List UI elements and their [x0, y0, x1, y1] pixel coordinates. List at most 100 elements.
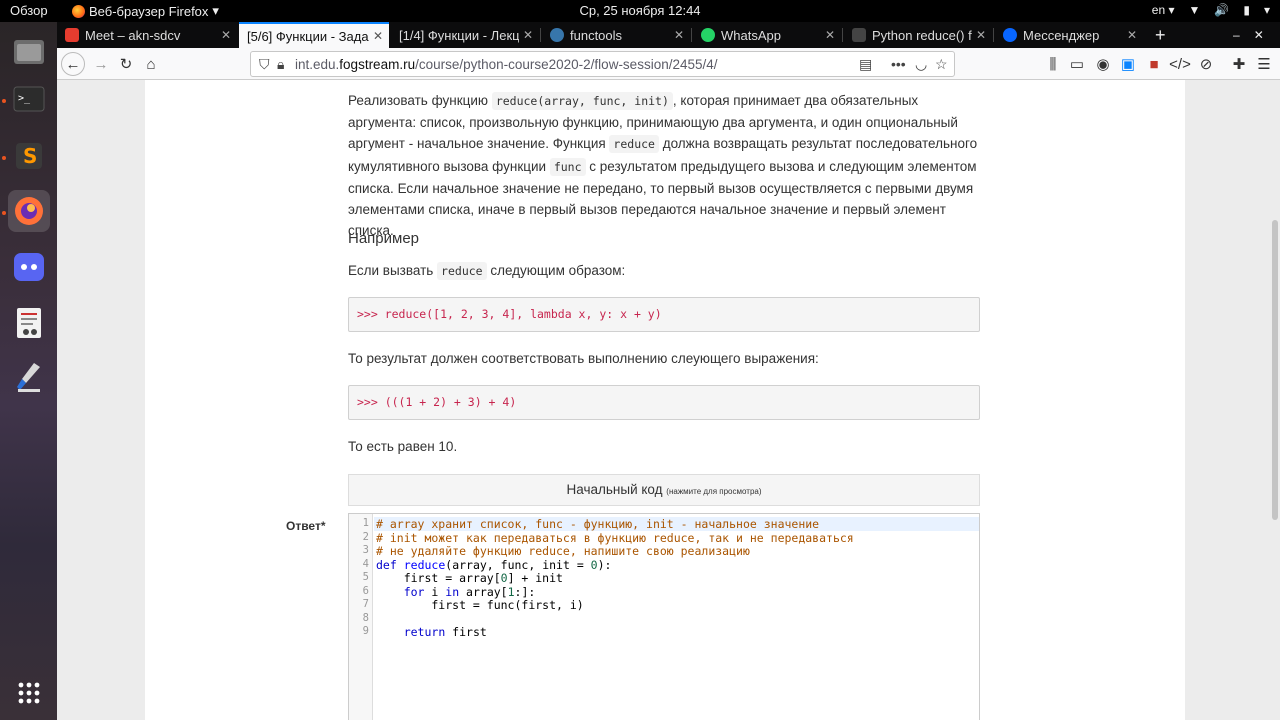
tab-functools[interactable]: functools ✕ — [542, 22, 690, 48]
files-icon — [14, 40, 44, 64]
running-indicator — [2, 99, 6, 103]
close-icon[interactable]: ✕ — [523, 28, 533, 42]
minimize-icon[interactable]: – — [1233, 28, 1240, 42]
screenshot-icon: ▣ — [1120, 56, 1136, 73]
show-applications-button[interactable] — [8, 672, 50, 714]
close-icon[interactable]: ✕ — [825, 28, 835, 42]
sidebar-icon: ▭ — [1069, 56, 1085, 73]
tab-title: Python reduce() fu — [872, 27, 972, 43]
tab-separator — [691, 28, 692, 42]
url-bar[interactable]: ⛉ 🔒︎ int.edu. fogstream.ru/course/python-… — [250, 51, 955, 77]
tab-functions-task[interactable]: [5/6] Функции - Задан ✕ — [239, 22, 389, 48]
extension-button[interactable]: ■ — [1142, 52, 1166, 76]
new-tab-button[interactable]: + — [1147, 22, 1171, 48]
line-number: 3 — [362, 544, 369, 556]
vpn-button[interactable]: ⊘ — [1194, 52, 1218, 76]
call-text-after: следующим образом: — [486, 263, 626, 278]
extension-icon: ■ — [1149, 55, 1159, 73]
code-line[interactable]: for i in array[1:]: — [376, 585, 536, 599]
code-line[interactable]: # не удаляйте функцию reduce, напишите с… — [376, 544, 750, 558]
account-icon: ◉ — [1096, 56, 1110, 73]
line-number: 7 — [362, 598, 369, 610]
scrollbar-thumb[interactable] — [1272, 220, 1278, 520]
close-icon[interactable]: ✕ — [674, 28, 684, 42]
close-icon[interactable]: ✕ — [373, 29, 383, 43]
dock-inkscape[interactable] — [8, 356, 50, 398]
pocket-icon[interactable]: ◡ — [915, 56, 927, 73]
activities-button[interactable]: Обзор — [10, 3, 48, 18]
document-viewer-icon — [17, 308, 41, 338]
tab-title: WhatsApp — [721, 27, 781, 43]
network-icon[interactable]: ▼ — [1189, 3, 1201, 17]
arrow-right-icon: → — [93, 55, 109, 73]
dock-document-viewer[interactable] — [8, 302, 50, 344]
plus-icon: + — [1155, 24, 1166, 45]
initial-code-hint: (нажмите для просмотра) — [666, 487, 762, 496]
app-menu[interactable]: Веб-браузер Firefox ▾ — [72, 3, 219, 19]
dock-discord[interactable] — [8, 246, 50, 288]
code-line[interactable]: # array хранит список, func - функцию, i… — [374, 517, 979, 531]
tab-title: Meet – akn-sdcv — [85, 27, 181, 43]
code-line[interactable]: return first — [376, 625, 487, 639]
tab-functions-lecture[interactable]: [1/4] Функции - Лекци ✕ — [391, 22, 539, 48]
tab-whatsapp[interactable]: WhatsApp ✕ — [693, 22, 841, 48]
close-icon[interactable]: ✕ — [976, 28, 986, 42]
code-line[interactable]: # init может как передаваться в функцию … — [376, 531, 854, 545]
code-line[interactable]: first = func(first, i) — [376, 598, 583, 612]
running-indicator — [2, 156, 6, 160]
puzzle-icon: ✚ — [1232, 56, 1246, 73]
menu-button[interactable]: ☰ — [1252, 52, 1276, 76]
code-editor[interactable]: 123456789 # array хранит список, func - … — [348, 513, 980, 720]
back-button[interactable]: ← — [61, 52, 85, 76]
home-button[interactable]: ⌂ — [139, 52, 163, 76]
shield-icon[interactable]: ⛉ — [259, 56, 270, 73]
library-icon: ⫼ — [1049, 55, 1057, 73]
arrow-left-icon: ← — [65, 55, 81, 73]
library-button[interactable]: ⫼ — [1041, 52, 1065, 76]
globe-icon: ⊘ — [1199, 56, 1213, 73]
description-text: Реализовать функцию — [348, 93, 492, 108]
devtools-button[interactable]: </> — [1168, 52, 1192, 76]
lock-icon[interactable]: 🔒︎ — [277, 56, 284, 73]
system-menu-chevron-icon[interactable]: ▾ — [1264, 3, 1270, 17]
bookmark-star-icon[interactable]: ☆ — [935, 56, 948, 73]
tab-title: Мессенджер — [1023, 27, 1100, 43]
tab-strip: Meet – akn-sdcv ✕ [5/6] Функции - Задан … — [57, 22, 1280, 48]
tab-meet[interactable]: Meet – akn-sdcv ✕ — [57, 22, 237, 48]
reader-view-icon[interactable]: ▤ — [859, 56, 872, 73]
close-icon[interactable]: ✕ — [221, 28, 231, 42]
svg-text:>_: >_ — [18, 93, 31, 104]
initial-code-toggle[interactable]: Начальный код (нажмите для просмотра) — [348, 474, 980, 506]
url-prefix: int.edu. — [295, 56, 340, 72]
volume-icon[interactable]: 🔊 — [1214, 3, 1229, 17]
forward-button[interactable]: → — [89, 52, 113, 76]
account-button[interactable]: ◉ — [1091, 52, 1115, 76]
line-number: 4 — [362, 557, 369, 570]
hamburger-icon: ☰ — [1257, 56, 1271, 73]
close-window-icon[interactable]: ✕ — [1254, 28, 1264, 42]
keyboard-layout[interactable]: en ▾ — [1152, 3, 1175, 17]
inline-code: reduce(array, func, init) — [491, 92, 673, 110]
code-line[interactable]: def reduce(array, func, init = 0): — [376, 558, 611, 572]
reload-button[interactable]: ↻ — [114, 52, 138, 76]
dock-terminal[interactable]: >_ — [8, 78, 50, 120]
dock-sublime[interactable]: S — [8, 135, 50, 177]
more-actions-icon[interactable]: ••• — [891, 56, 906, 72]
chevron-down-icon: ▾ — [212, 3, 219, 18]
messenger-icon — [1003, 28, 1017, 42]
paint-brush-icon — [17, 363, 40, 392]
close-icon[interactable]: ✕ — [1127, 28, 1137, 42]
tab-messenger[interactable]: Мессенджер ✕ — [995, 22, 1143, 48]
reload-icon: ↻ — [119, 56, 133, 73]
screenshot-button[interactable]: ▣ — [1116, 52, 1140, 76]
dock: >_ S — [0, 22, 57, 720]
tab-python-reduce[interactable]: Python reduce() fu ✕ — [844, 22, 992, 48]
sidebar-button[interactable]: ▭ — [1065, 52, 1089, 76]
dock-files[interactable] — [8, 30, 50, 72]
code-line[interactable]: first = array[0] + init — [376, 571, 563, 585]
dock-firefox[interactable] — [8, 190, 50, 232]
home-icon: ⌂ — [146, 55, 156, 73]
task-description: Реализовать функцию reduce(array, func, … — [348, 90, 988, 241]
battery-icon[interactable]: ▮ — [1243, 3, 1250, 17]
extensions-button[interactable]: ✚ — [1227, 52, 1251, 76]
